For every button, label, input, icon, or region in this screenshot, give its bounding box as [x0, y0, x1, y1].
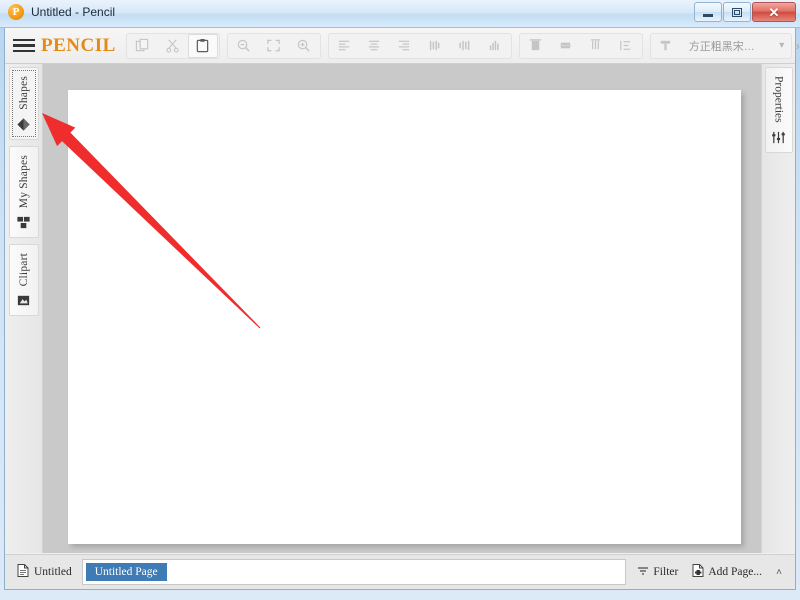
- distribute-horizontal-button[interactable]: [480, 34, 510, 58]
- sidebar-tab-my-shapes[interactable]: My Shapes: [8, 145, 39, 239]
- filter-label: Filter: [653, 566, 679, 578]
- sliders-icon: [771, 130, 786, 145]
- align-top-icon: [530, 39, 542, 51]
- document-tab-label: Untitled: [34, 566, 72, 578]
- sidebar-tab-shapes[interactable]: Shapes: [8, 67, 39, 140]
- hamburger-icon-line: [13, 38, 35, 42]
- restore-icon: [732, 7, 742, 17]
- status-bar: Untitled Untitled Page Filter Add Page..…: [5, 554, 795, 589]
- document-icon: [17, 564, 29, 580]
- hamburger-icon-line: [13, 44, 35, 47]
- align-middle-icon: [560, 42, 572, 49]
- distribute-center-button[interactable]: [450, 34, 480, 58]
- distribute-vertical-icon: [620, 40, 631, 51]
- align-bottom-icon: [591, 39, 601, 50]
- align-center-icon: [369, 40, 380, 51]
- text-style-button[interactable]: [651, 34, 681, 58]
- title-bar: P Untitled - Pencil ✕: [0, 0, 800, 28]
- add-page-label: Add Page...: [708, 566, 762, 578]
- copy-button[interactable]: [128, 34, 158, 58]
- minimize-icon: [703, 13, 713, 17]
- app-logo-icon: P: [8, 4, 24, 20]
- copy-icon: [136, 38, 149, 52]
- my-shapes-icon: [16, 215, 31, 230]
- align-right-button[interactable]: [390, 34, 420, 58]
- app-brand-label: PENCIL: [41, 34, 116, 56]
- font-family-select[interactable]: 方正粗黑宋…: [681, 38, 773, 54]
- page-canvas[interactable]: [68, 90, 741, 544]
- clipart-icon: [16, 293, 31, 308]
- text-style-icon: [661, 40, 671, 51]
- distribute-left-icon: [430, 40, 440, 51]
- window-controls: ✕: [694, 2, 796, 22]
- cut-button[interactable]: [158, 34, 188, 58]
- page-tabs-container: Untitled Page: [81, 559, 627, 585]
- distribute-left-button[interactable]: [420, 34, 450, 58]
- sidebar-tab-my-shapes-label: My Shapes: [17, 154, 30, 209]
- align-top-button[interactable]: [521, 34, 551, 58]
- sidebar-tab-shapes-label: Shapes: [17, 76, 30, 110]
- application-window: P Untitled - Pencil ✕ PENCIL 方正粗黑宋… ▾ › …: [0, 0, 800, 600]
- app-body: PENCIL 方正粗黑宋… ▾ › Shapes My Shapes Clipa…: [4, 28, 800, 590]
- zoom-out-button[interactable]: [229, 34, 259, 58]
- right-tab-strip: Properties: [761, 64, 795, 553]
- sidebar-tab-properties-label: Properties: [772, 76, 785, 123]
- close-icon: ✕: [768, 4, 780, 20]
- minimize-button[interactable]: [694, 2, 722, 22]
- toolbar-overflow-button[interactable]: ›: [796, 33, 800, 59]
- toolbar-group-vertical-align: [518, 32, 643, 59]
- filter-icon: [637, 565, 649, 580]
- left-tab-strip: Shapes My Shapes Clipart: [5, 64, 43, 553]
- zoom-in-button[interactable]: [289, 34, 319, 58]
- sidebar-tab-clipart-label: Clipart: [17, 253, 30, 287]
- title-bar-left: P Untitled - Pencil: [8, 4, 115, 20]
- page-tab-untitled-page[interactable]: Untitled Page: [85, 563, 167, 581]
- toolbar-group-align: [327, 32, 512, 59]
- cut-icon: [166, 39, 179, 53]
- align-left-icon: [339, 40, 350, 51]
- diamond-icon: [16, 117, 31, 132]
- add-page-button[interactable]: Add Page...: [685, 559, 769, 585]
- toolbar-group-zoom: [226, 32, 321, 59]
- canvas-area[interactable]: [43, 64, 761, 553]
- toolbar-group-edit: [125, 32, 220, 59]
- zoom-in-icon: [298, 39, 310, 52]
- fit-to-screen-button[interactable]: [259, 34, 289, 58]
- add-page-icon: [692, 564, 704, 580]
- window-title: Untitled - Pencil: [31, 5, 116, 19]
- menu-button[interactable]: [13, 33, 35, 59]
- align-right-icon: [399, 40, 410, 51]
- align-middle-button[interactable]: [551, 34, 581, 58]
- chevron-down-icon[interactable]: ▾: [773, 34, 791, 58]
- align-center-button[interactable]: [360, 34, 390, 58]
- fit-to-screen-icon: [267, 39, 281, 52]
- toolbar-group-font: 方正粗黑宋… ▾: [649, 32, 792, 59]
- sidebar-tab-clipart[interactable]: Clipart: [8, 244, 39, 317]
- zoom-out-icon: [238, 39, 250, 52]
- close-button[interactable]: ✕: [752, 2, 796, 22]
- main-toolbar: PENCIL 方正粗黑宋… ▾ ›: [5, 28, 800, 64]
- filter-button[interactable]: Filter: [630, 559, 685, 585]
- distribute-center-icon: [459, 40, 470, 51]
- collapse-panel-button[interactable]: ˄: [769, 559, 789, 585]
- distribute-vertical-button[interactable]: [611, 34, 641, 58]
- distribute-horizontal-icon: [490, 40, 499, 51]
- paste-button[interactable]: [187, 33, 218, 58]
- sidebar-tab-properties[interactable]: Properties: [764, 67, 793, 153]
- restore-button[interactable]: [723, 2, 751, 22]
- paste-icon: [197, 38, 209, 53]
- align-bottom-button[interactable]: [581, 34, 611, 58]
- align-left-button[interactable]: [330, 34, 360, 58]
- document-tab[interactable]: Untitled: [11, 559, 82, 585]
- hamburger-icon-line: [13, 49, 35, 53]
